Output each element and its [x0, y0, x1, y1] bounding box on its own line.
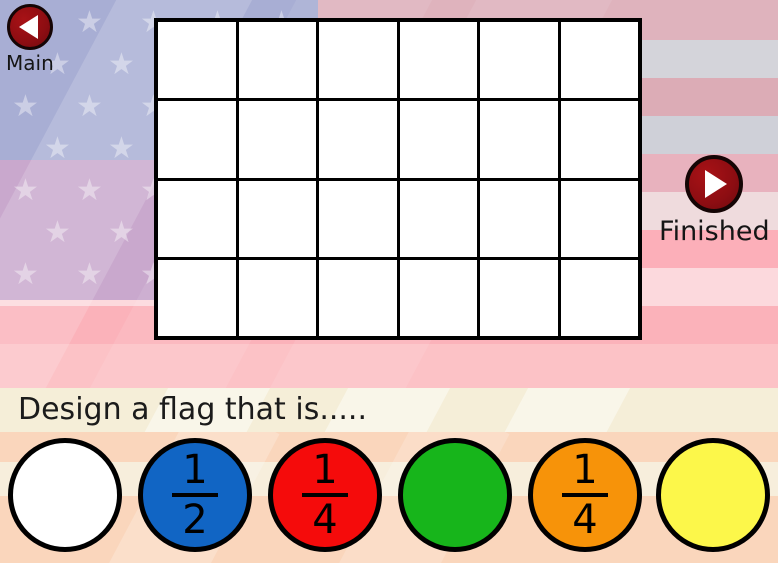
star-icon: ★: [108, 132, 135, 165]
grid-cell[interactable]: [158, 180, 236, 257]
grid-cell[interactable]: [560, 101, 638, 178]
grid-cell[interactable]: [319, 101, 397, 178]
band-sheen-3: [456, 388, 640, 432]
grid-cell[interactable]: [238, 180, 316, 257]
finished-button-label: Finished: [659, 216, 770, 247]
grid-cell[interactable]: [399, 180, 477, 257]
star-icon: ★: [12, 174, 39, 207]
grid-cell[interactable]: [158, 259, 236, 336]
fraction-label: 12: [172, 450, 218, 540]
grid-cell[interactable]: [319, 259, 397, 336]
fraction-numerator: 1: [312, 447, 338, 493]
grid-cell[interactable]: [480, 180, 558, 257]
main-button[interactable]: Main: [6, 4, 54, 75]
color-swatch-red[interactable]: 14: [268, 438, 382, 552]
page-title: Design a flag that is.....: [18, 392, 367, 427]
grid-cell[interactable]: [238, 259, 316, 336]
grid-cell[interactable]: [480, 101, 558, 178]
main-button-label: Main: [6, 51, 54, 75]
star-icon: ★: [12, 258, 39, 291]
grid-cell[interactable]: [560, 22, 638, 99]
star-icon: ★: [76, 90, 103, 123]
star-icon: ★: [108, 48, 135, 81]
play-right-triangle-icon: [685, 155, 744, 213]
flag-stripe: [0, 344, 778, 388]
color-swatch-orange[interactable]: 14: [528, 438, 642, 552]
color-swatch-white[interactable]: [8, 438, 122, 552]
fraction-denominator: 2: [182, 497, 208, 543]
grid-cell[interactable]: [158, 101, 236, 178]
star-icon: ★: [108, 216, 135, 249]
grid-cell[interactable]: [158, 22, 236, 99]
play-left-triangle-icon: [6, 4, 53, 50]
grid-cell[interactable]: [399, 259, 477, 336]
star-icon: ★: [12, 90, 39, 123]
instruction-band: Design a flag that is.....: [0, 388, 778, 432]
color-palette: 121414: [0, 432, 778, 563]
flag-design-activity: ★★★★★★★★★★★★★★★★★★★★★★★★★★★★★★★★★★★ Main…: [0, 0, 778, 563]
grid-cell[interactable]: [560, 180, 638, 257]
star-icon: ★: [76, 6, 103, 39]
grid-cell[interactable]: [319, 22, 397, 99]
grid-cell[interactable]: [480, 259, 558, 336]
fraction-denominator: 4: [312, 497, 338, 543]
flag-design-grid[interactable]: [154, 18, 642, 340]
grid-cell[interactable]: [399, 22, 477, 99]
color-swatch-green[interactable]: [398, 438, 512, 552]
star-icon: ★: [44, 132, 71, 165]
color-swatch-yellow[interactable]: [656, 438, 770, 552]
grid-cell[interactable]: [238, 22, 316, 99]
fraction-denominator: 4: [572, 497, 598, 543]
grid-cell[interactable]: [238, 101, 316, 178]
fraction-label: 14: [562, 450, 608, 540]
grid-cell[interactable]: [560, 259, 638, 336]
fraction-label: 14: [302, 450, 348, 540]
fraction-numerator: 1: [182, 447, 208, 493]
star-icon: ★: [76, 258, 103, 291]
fraction-numerator: 1: [572, 447, 598, 493]
color-swatch-blue[interactable]: 12: [138, 438, 252, 552]
grid-cell[interactable]: [480, 22, 558, 99]
grid-cell[interactable]: [399, 101, 477, 178]
star-icon: ★: [44, 216, 71, 249]
finished-button[interactable]: Finished: [659, 155, 770, 247]
grid-cell[interactable]: [319, 180, 397, 257]
star-icon: ★: [76, 174, 103, 207]
